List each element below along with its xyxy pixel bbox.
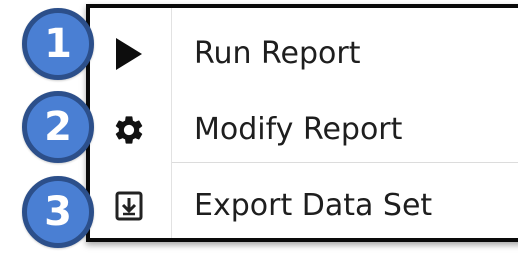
menu-item-label: Export Data Set xyxy=(194,188,433,223)
stage: Run Report Modify Report Export Data Set xyxy=(0,0,518,256)
menu-item-modify-report[interactable]: Modify Report xyxy=(90,92,518,168)
menu-item-export-data-set[interactable]: Export Data Set xyxy=(90,168,518,244)
menu-item-label: Run Report xyxy=(194,36,361,71)
context-menu: Run Report Modify Report Export Data Set xyxy=(86,4,518,242)
play-icon xyxy=(108,33,150,75)
menu-item-label: Modify Report xyxy=(194,112,403,147)
menu-item-run-report[interactable]: Run Report xyxy=(90,16,518,92)
callout-badge-2: 2 xyxy=(22,91,94,163)
callout-badge-1: 1 xyxy=(22,8,94,80)
menu-divider xyxy=(172,162,518,163)
download-icon xyxy=(108,185,150,227)
callout-badge-3: 3 xyxy=(22,176,94,248)
gear-icon xyxy=(108,109,150,151)
